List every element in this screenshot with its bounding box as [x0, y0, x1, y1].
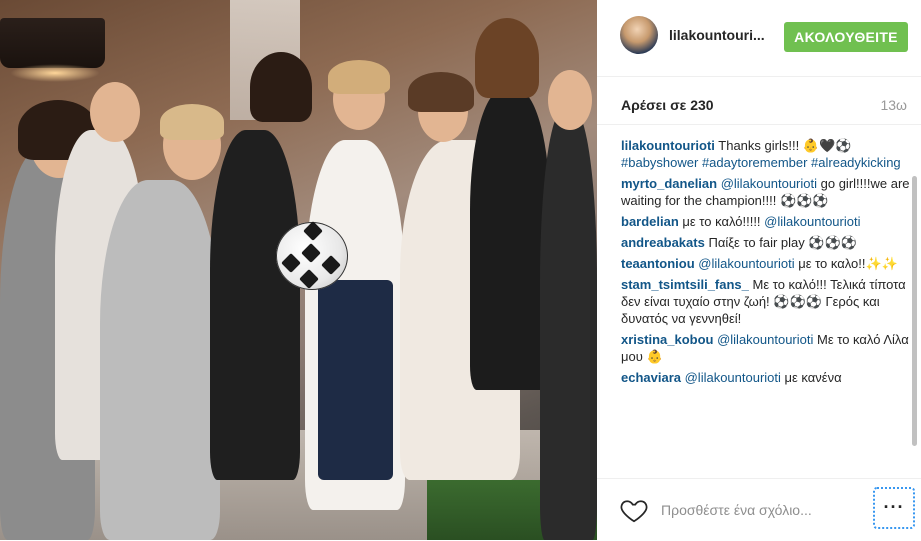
post-sidebar: lilakountouri... ΑΚΟΛΟΥΘΕΙΤΕ Αρέσει σε 2… [597, 0, 921, 540]
post-time[interactable]: 13ω [880, 97, 907, 113]
person-legs [318, 280, 393, 480]
follow-button[interactable]: ΑΚΟΛΟΥΘΕΙΤΕ [784, 22, 908, 52]
comment-user[interactable]: lilakountourioti [621, 138, 715, 153]
scrollbar-thumb[interactable] [912, 176, 917, 446]
person [100, 180, 220, 540]
comment-item: bardelian με το καλό!!!!! @lilakountouri… [621, 213, 911, 230]
likes-count[interactable]: Αρέσει σε 230 [621, 97, 714, 113]
comment-user[interactable]: xristina_kobou [621, 332, 713, 347]
person [540, 110, 597, 540]
person-hair [250, 52, 312, 122]
comment-item: xristina_kobou @lilakountourioti Με το κ… [621, 331, 911, 365]
person-hair [475, 18, 539, 98]
likes-row: Αρέσει σε 230 13ω [597, 76, 921, 125]
person-hair [408, 72, 474, 112]
comment-text: με το καλό!!!!! [678, 214, 765, 229]
comment-text: με κανένα [780, 370, 842, 385]
person-hair [160, 104, 224, 140]
lamp-glow [10, 64, 100, 82]
comment-hashtags[interactable]: #babyshower #adaytoremember #alreadykick… [621, 155, 901, 170]
comment-mention[interactable]: @lilakountourioti [764, 214, 860, 229]
post-header: lilakountouri... ΑΚΟΛΟΥΘΕΙΤΕ [597, 0, 921, 77]
comments-scrollbar[interactable] [912, 136, 917, 466]
person-head [90, 82, 140, 142]
comment-mention[interactable]: @lilakountourioti [681, 370, 781, 385]
comment-user[interactable]: andreabakats [621, 235, 705, 250]
soccer-ball [276, 221, 348, 290]
comment-mention[interactable]: @lilakountourioti [713, 332, 813, 347]
profile-avatar[interactable] [620, 16, 658, 54]
comment-item: myrto_danelian @lilakountourioti go girl… [621, 175, 911, 209]
comment-input[interactable] [659, 495, 863, 525]
comment-item: stam_tsimtsili_fans_ Με το καλό!!! Τελικ… [621, 276, 911, 327]
heart-icon[interactable] [619, 495, 649, 525]
comment-text: Thanks girls!!! 👶🖤⚽ [714, 138, 852, 153]
person-hair [328, 60, 390, 94]
post-footer: ··· [597, 478, 921, 541]
comment-user[interactable]: bardelian [621, 214, 679, 229]
person-head [548, 70, 592, 130]
comment-text: με το καλο!!✨✨ [794, 256, 898, 271]
comment-item: echaviara @lilakountourioti με κανένα [621, 369, 911, 386]
comment-user[interactable]: echaviara [621, 370, 681, 385]
comment-mention[interactable]: @lilakountourioti [717, 176, 817, 191]
person [210, 130, 300, 480]
comment-item: andreabakats Παίξε το fair play ⚽⚽⚽ [621, 234, 911, 251]
comment-list: lilakountourioti Thanks girls!!! 👶🖤⚽ #ba… [621, 137, 911, 471]
comment-user[interactable]: myrto_danelian [621, 176, 717, 191]
person [470, 90, 550, 390]
lamp-shade [0, 18, 105, 68]
more-options-icon[interactable]: ··· [873, 487, 915, 529]
comment-item: lilakountourioti Thanks girls!!! 👶🖤⚽ #ba… [621, 137, 911, 171]
username-link[interactable]: lilakountouri... [669, 27, 765, 43]
comment-user[interactable]: teaantoniou [621, 256, 695, 271]
comment-user[interactable]: stam_tsimtsili_fans_ [621, 277, 749, 292]
comment-text: Παίξε το fair play ⚽⚽⚽ [704, 235, 857, 250]
comment-item: teaantoniou @lilakountourioti με το καλο… [621, 255, 911, 272]
post-photo[interactable] [0, 0, 597, 540]
comment-mention[interactable]: @lilakountourioti [695, 256, 794, 271]
